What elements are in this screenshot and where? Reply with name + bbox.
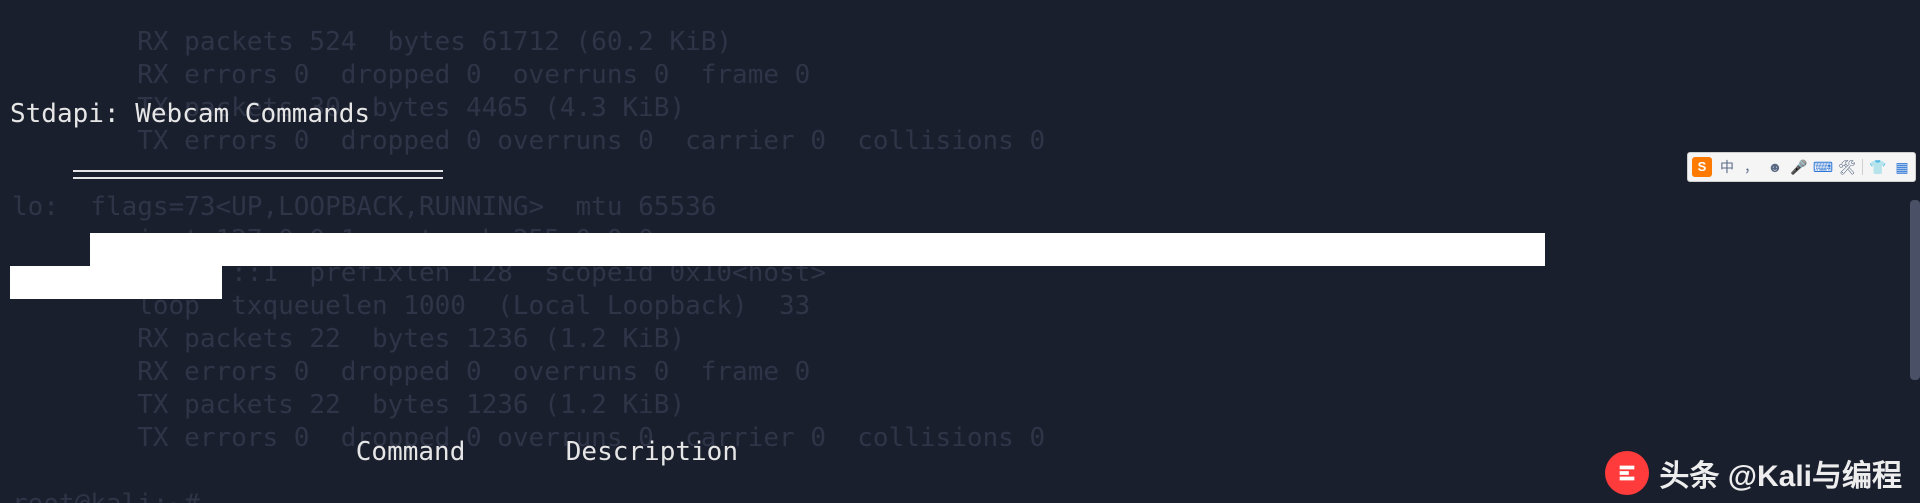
watermark: 头条 @Kali与编程: [1605, 451, 1902, 495]
ime-punct-toggle[interactable]: ，: [1742, 158, 1760, 176]
header-description: Description: [566, 437, 738, 467]
ime-separator: [1862, 159, 1863, 175]
scrollbar-track[interactable]: [1910, 0, 1920, 503]
scrollbar-thumb[interactable]: [1910, 200, 1920, 380]
table-header: Command Description: [74, 370, 1255, 503]
section-title-underline: [73, 170, 443, 179]
keyboard-icon[interactable]: ⌨: [1814, 158, 1832, 176]
selection-highlight-row2: [90, 233, 1545, 266]
ime-toolbar[interactable]: S 中 ， ☻ 🎤 ⌨ 🛠 👕 ▦: [1687, 152, 1916, 182]
toutiao-logo-icon: [1605, 451, 1649, 495]
grid-icon[interactable]: ▦: [1893, 158, 1911, 176]
watermark-text: 头条 @Kali与编程: [1659, 451, 1902, 495]
sogou-logo-icon[interactable]: S: [1692, 157, 1712, 177]
skin-icon[interactable]: 👕: [1869, 158, 1887, 176]
ime-lang-toggle[interactable]: 中: [1718, 158, 1736, 176]
face-icon[interactable]: ☻: [1766, 158, 1784, 176]
section-title: Stdapi: Webcam Commands: [10, 98, 1255, 131]
selection-highlight-row3-left: [10, 266, 222, 299]
commands-table: Command Description record_micRecord aud…: [74, 304, 1255, 503]
mic-icon[interactable]: 🎤: [1790, 158, 1808, 176]
toolbox-icon[interactable]: 🛠: [1838, 158, 1856, 176]
